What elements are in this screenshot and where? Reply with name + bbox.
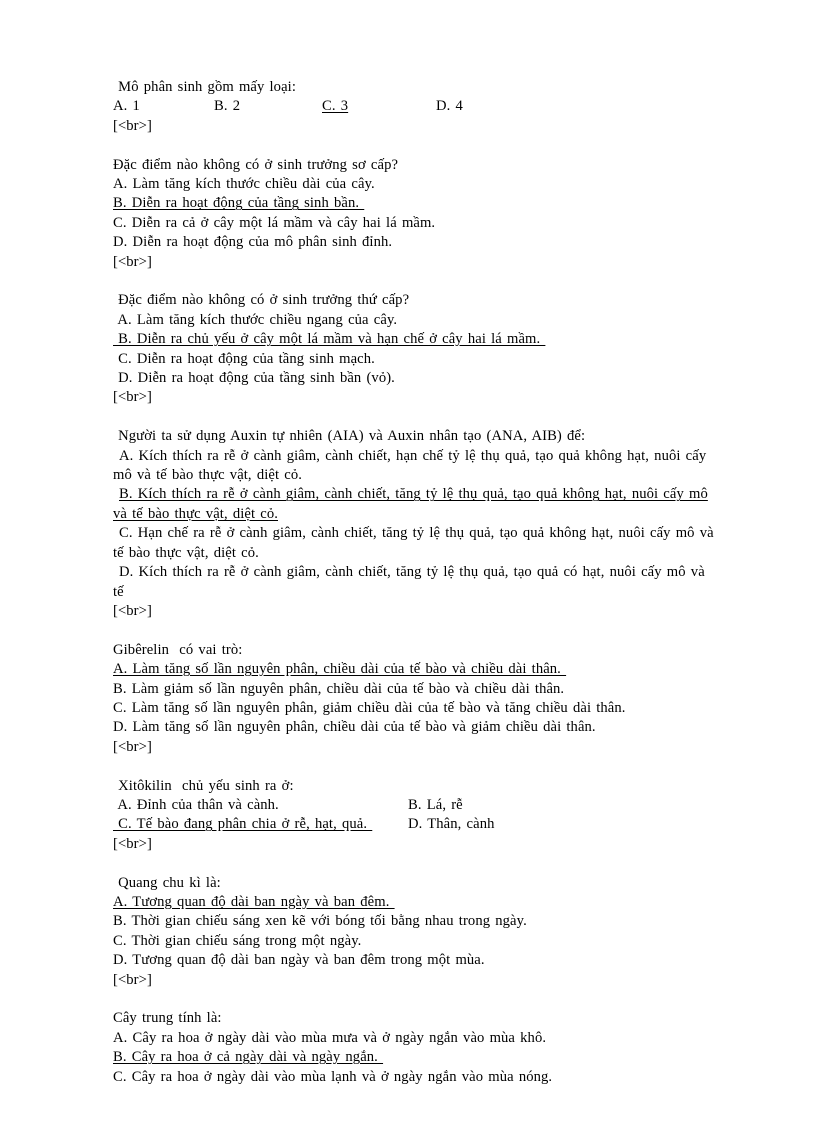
break-marker: [<br>]	[113, 835, 152, 852]
question-block-3: Đặc điểm nào không có ở sinh trưởng thứ …	[113, 291, 720, 407]
question-stem: Đặc điểm nào không có ở sinh trưởng thứ …	[113, 292, 410, 309]
break-marker: [<br>]	[113, 971, 152, 988]
option-c[interactable]: C. Thời gian chiếu sáng trong một ngày.	[113, 932, 720, 951]
option-a[interactable]: A. Làm tăng số lần nguyên phân, chiều dà…	[113, 660, 720, 679]
block-spacer	[113, 854, 720, 873]
option-d[interactable]: D. Làm tăng số lần nguyên phân, chiều dà…	[113, 718, 720, 737]
question-stem: Gibêrelin có vai trò:	[113, 641, 243, 658]
option-d[interactable]: D. Diễn ra hoạt động của tầng sinh bần (…	[113, 369, 720, 388]
option-d[interactable]: D. Tương quan độ dài ban ngày và ban đêm…	[113, 951, 720, 970]
option-c[interactable]: C. Cây ra hoa ở ngày dài vào mùa lạnh và…	[113, 1068, 720, 1087]
option-c[interactable]: C. 3	[322, 97, 436, 116]
question-stem: Người ta sử dụng Auxin tự nhiên (AIA) và…	[113, 428, 586, 445]
option-b[interactable]: B. 2	[214, 97, 322, 116]
question-block-8: Cây trung tính là: A. Cây ra hoa ở ngày …	[113, 1009, 720, 1087]
block-spacer	[113, 621, 720, 640]
option-c[interactable]: C. Diễn ra hoạt động của tầng sinh mạch.	[113, 350, 720, 369]
option-a[interactable]: A. Đỉnh của thân và cành.	[113, 796, 408, 815]
block-spacer	[113, 136, 720, 155]
document-body: Mô phân sinh gồm mấy loại: A. 1 B. 2 C. 3D…	[113, 78, 720, 1087]
question-block-2: Đặc điểm nào không có ở sinh trưởng sơ c…	[113, 156, 720, 272]
option-row-1: A. Đỉnh của thân và cành. B. Lá, rễ	[113, 796, 720, 815]
option-d[interactable]: D. 4	[436, 98, 463, 114]
option-a[interactable]: A. Làm tăng kích thước chiều dài của cây…	[113, 175, 720, 194]
option-row-inline: A. 1 B. 2 C. 3 D. 4	[113, 97, 720, 116]
option-a[interactable]: A. Kích thích ra rễ ở cành giâm, cành ch…	[113, 447, 720, 486]
option-b[interactable]: B. Diễn ra hoạt động của tầng sinh bần.	[113, 194, 720, 213]
document-page: Mô phân sinh gồm mấy loại: A. 1 B. 2 C. 3D…	[0, 0, 816, 1123]
option-b[interactable]: B. Lá, rễ	[408, 797, 463, 813]
option-a[interactable]: A. 1	[113, 97, 214, 116]
question-stem: Xitôkilin chủ yếu sinh ra ở:	[113, 777, 294, 794]
option-b[interactable]: B. Thời gian chiếu sáng xen kẽ với bóng …	[113, 912, 720, 931]
block-spacer	[113, 990, 720, 1009]
question-stem: Mô phân sinh gồm mấy loại:	[113, 79, 296, 95]
option-d[interactable]: D. Diễn ra hoạt động của mô phân sinh đỉ…	[113, 233, 720, 252]
block-spacer	[113, 272, 720, 291]
break-marker: [<br>]	[113, 602, 152, 619]
break-marker: [<br>]	[113, 738, 152, 755]
break-marker: [<br>]	[113, 117, 152, 134]
option-b[interactable]: B. Diễn ra chủ yếu ở cây một lá mầm và h…	[113, 330, 720, 349]
question-stem: Quang chu kì là:	[113, 874, 221, 891]
option-d[interactable]: D. Thân, cành	[408, 816, 495, 832]
question-block-4: Người ta sử dụng Auxin tự nhiên (AIA) và…	[113, 427, 720, 621]
option-b[interactable]: B. Làm giảm số lần nguyên phân, chiều dà…	[113, 680, 720, 699]
option-a[interactable]: A. Cây ra hoa ở ngày dài vào mùa mưa và …	[113, 1029, 720, 1048]
option-c[interactable]: C. Làm tăng số lần nguyên phân, giảm chi…	[113, 699, 720, 718]
option-a[interactable]: A. Tương quan độ dài ban ngày và ban đêm…	[113, 893, 720, 912]
question-block-6: Xitôkilin chủ yếu sinh ra ở: A. Đỉnh của…	[113, 777, 720, 855]
question-block-5: Gibêrelin có vai trò: A. Làm tăng số lần…	[113, 641, 720, 757]
option-a[interactable]: A. Làm tăng kích thước chiều ngang của c…	[113, 311, 720, 330]
question-stem: Cây trung tính là:	[113, 1010, 222, 1027]
option-row-2: C. Tế bào đang phân chia ở rễ, hạt, quả.…	[113, 815, 720, 834]
question-stem: Đặc điểm nào không có ở sinh trưởng sơ c…	[113, 156, 399, 173]
option-c[interactable]: C. Hạn chế ra rễ ở cành giâm, cành chiết…	[113, 524, 720, 563]
option-c[interactable]: C. Tế bào đang phân chia ở rễ, hạt, quả.	[113, 815, 408, 834]
question-block-1: Mô phân sinh gồm mấy loại: A. 1 B. 2 C. 3D…	[113, 78, 720, 136]
option-c[interactable]: C. Diễn ra cả ở cây một lá mầm và cây ha…	[113, 214, 720, 233]
block-spacer	[113, 757, 720, 776]
option-b[interactable]: B. Kích thích ra rễ ở cành giâm, cành ch…	[113, 485, 720, 524]
break-marker: [<br>]	[113, 389, 152, 406]
break-marker: [<br>]	[113, 253, 152, 270]
block-spacer	[113, 408, 720, 427]
question-block-7: Quang chu kì là: A. Tương quan độ dài ba…	[113, 874, 720, 990]
option-d[interactable]: D. Kích thích ra rễ ở cành giâm, cành ch…	[113, 563, 720, 602]
option-b[interactable]: B. Cây ra hoa ở cả ngày dài và ngày ngắn…	[113, 1048, 720, 1067]
